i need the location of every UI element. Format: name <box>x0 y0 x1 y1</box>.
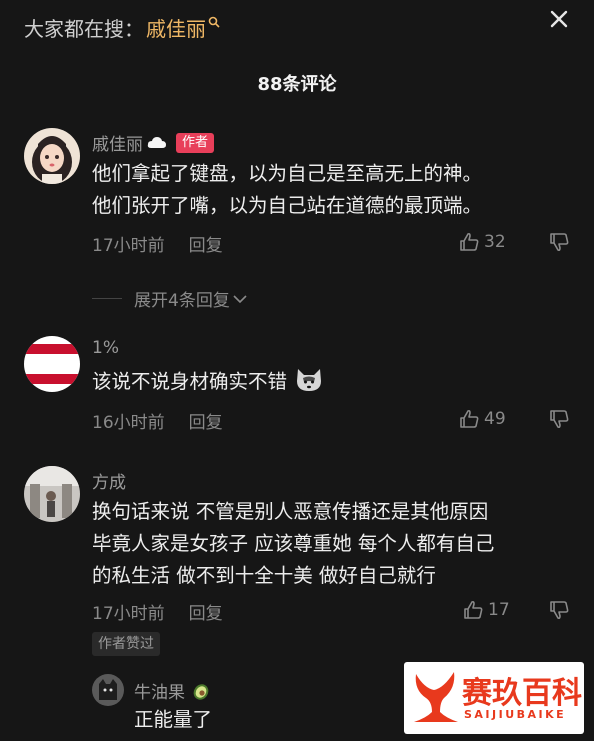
expand-label: 展开4条回复 <box>134 291 230 311</box>
search-suggestion[interactable]: 大家都在搜： 戚佳丽 <box>24 10 220 44</box>
divider-line <box>92 298 122 299</box>
thumbs-down-icon[interactable] <box>548 231 570 253</box>
avatar[interactable] <box>24 466 80 522</box>
like-button[interactable]: 49 <box>458 408 506 430</box>
avatar[interactable] <box>24 128 80 184</box>
thumbs-down-icon[interactable] <box>548 408 570 430</box>
reply-button[interactable]: 回复 <box>189 231 223 256</box>
author-name[interactable]: 方成 <box>92 468 126 493</box>
close-icon[interactable] <box>548 8 570 30</box>
reply-author[interactable]: 牛油果 <box>134 678 213 703</box>
author-liked-tag: 作者赞过 <box>92 632 160 656</box>
cloud-icon <box>147 136 166 148</box>
watermark-subtitle: SAIJIUBAIKE <box>464 708 567 721</box>
thumbs-up-icon <box>460 232 479 251</box>
like-count: 17 <box>488 600 510 620</box>
timestamp: 17小时前 <box>92 236 165 256</box>
avatar-flag-icon <box>24 336 80 392</box>
timestamp: 16小时前 <box>92 413 165 433</box>
author-name[interactable]: 牛油果 <box>134 678 185 703</box>
watermark-logo: 赛玖百科 SAIJIUBAIKE <box>404 662 584 734</box>
comment-text: 他们拿起了键盘，以为自己是至高无上的神。 他们张开了嘴，以为自己站在道德的最顶端… <box>92 158 482 222</box>
timestamp: 17小时前 <box>92 604 165 624</box>
comment-meta: 17小时前 回复 <box>92 599 223 624</box>
avatar-illustration-icon <box>24 128 80 184</box>
whale-tail-logo-icon <box>414 672 458 722</box>
author-name[interactable]: 1% <box>92 338 119 358</box>
search-prefix: 大家都在搜： <box>24 16 144 41</box>
thumbs-up-icon <box>460 409 479 428</box>
like-count: 32 <box>484 232 506 252</box>
comment-line: 毕竟人家是女孩子 应该尊重她 每个人都有自己 <box>92 532 495 555</box>
watermark-title: 赛玖百科 <box>462 676 582 711</box>
author-name[interactable]: 戚佳丽 <box>92 130 143 155</box>
expand-replies[interactable]: 展开4条回复 <box>92 286 248 311</box>
comment-text: 该说不说身材确实不错 <box>92 366 323 398</box>
comment-author[interactable]: 方成 <box>92 468 126 493</box>
thumbs-up-icon <box>464 600 483 619</box>
like-button[interactable]: 32 <box>458 231 506 253</box>
avocado-emoji-icon <box>193 683 209 700</box>
like-button[interactable]: 17 <box>462 599 510 621</box>
comment-line: 该说不说身材确实不错 <box>92 370 288 393</box>
comment-author[interactable]: 戚佳丽 作者 <box>92 130 215 155</box>
avatar-photo-icon <box>24 466 80 522</box>
search-icon <box>208 16 220 28</box>
reply-text: 正能量了 <box>134 708 213 731</box>
like-count: 49 <box>484 409 506 429</box>
reply-button[interactable]: 回复 <box>189 408 223 433</box>
avatar[interactable] <box>24 336 80 392</box>
comment-line: 换句话来说 不管是别人恶意传播还是其他原因 <box>92 500 489 523</box>
comment-count: 88条评论 <box>257 74 337 95</box>
comment-author[interactable]: 1% <box>92 338 119 358</box>
thumbs-down-icon[interactable] <box>548 599 570 621</box>
comment-text: 换句话来说 不管是别人恶意传播还是其他原因 毕竟人家是女孩子 应该尊重她 每个人… <box>92 496 494 592</box>
reply-button[interactable]: 回复 <box>189 599 223 624</box>
comment-line: 他们张开了嘴，以为自己站在道德的最顶端。 <box>92 194 483 217</box>
comment-line: 他们拿起了键盘，以为自己是至高无上的神。 <box>92 162 483 185</box>
chevron-down-icon <box>233 294 247 303</box>
author-badge: 作者 <box>176 132 215 153</box>
search-term-link[interactable]: 戚佳丽 <box>146 13 206 42</box>
avatar[interactable] <box>92 674 124 706</box>
husky-emoji-icon <box>297 369 322 391</box>
comment-meta: 17小时前 回复 <box>92 231 223 256</box>
comment-meta: 16小时前 回复 <box>92 408 223 433</box>
avatar-cat-icon <box>92 674 124 706</box>
comment-line: 的私生活 做不到十全十美 做好自己就行 <box>92 564 436 587</box>
